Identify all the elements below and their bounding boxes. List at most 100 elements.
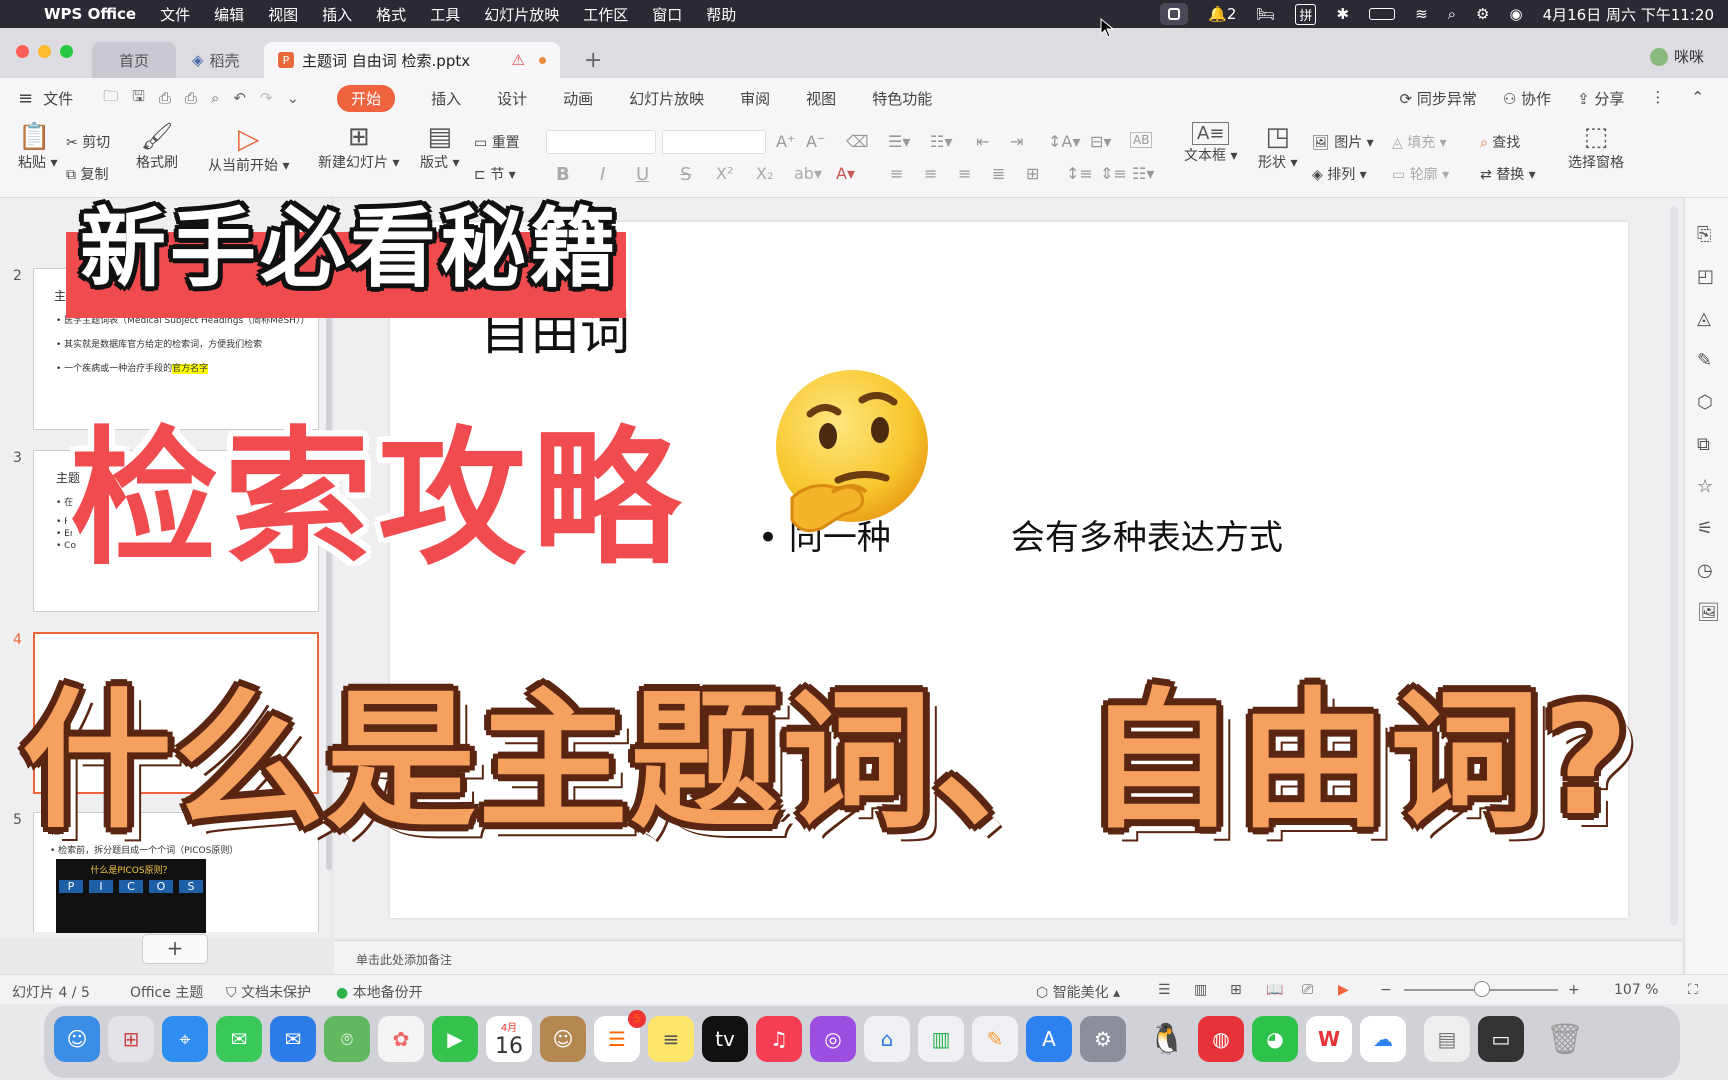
subscript-icon[interactable]: X₂ [756, 164, 773, 183]
menu-window[interactable]: 窗口 [652, 4, 682, 25]
menu-edit[interactable]: 编辑 [214, 4, 244, 25]
format-painter-button[interactable]: 🖌 格式刷 [136, 122, 178, 172]
notes-toggle-icon[interactable]: ☰ [1158, 982, 1171, 998]
open-folder-icon[interactable]: 🗀 [103, 86, 118, 111]
cut-button[interactable]: ✂ 剪切 [66, 132, 110, 152]
play-slideshow-icon[interactable]: ▶ [1338, 982, 1349, 998]
notes-icon[interactable]: ≡ [648, 1016, 694, 1062]
music-icon[interactable]: ♫ [756, 1016, 802, 1062]
layout-button[interactable]: ▤ 版式 ▾ [420, 122, 459, 172]
fill-button[interactable]: ◬ 填充 ▾ [1392, 132, 1447, 152]
system-preferences-icon[interactable]: ⚙ [1080, 1016, 1126, 1062]
menubar-clock[interactable]: 4月16日 周六 下午11:20 [1543, 4, 1714, 25]
zoom-out-button[interactable]: − [1380, 982, 1392, 998]
outline-button[interactable]: ▭ 轮廓 ▾ [1392, 164, 1449, 184]
launchpad-icon[interactable]: ⊞ [108, 1016, 154, 1062]
picture-button[interactable]: 🖼 图片 ▾ [1312, 132, 1374, 152]
spotlight-search-icon[interactable]: ⌕ [1448, 5, 1456, 23]
save-icon[interactable]: 🖫 [132, 86, 145, 111]
more-icon[interactable]: ⋮ [1650, 88, 1665, 109]
hamburger-menu-icon[interactable]: ≡ [18, 88, 33, 109]
share-button[interactable]: ⇪ 分享 [1577, 88, 1624, 109]
tab-daoke[interactable]: ◈ 稻壳 [178, 42, 260, 78]
contacts-icon[interactable]: ☺ [540, 1016, 586, 1062]
strikethrough-icon[interactable]: S [680, 164, 691, 185]
docx-file-icon[interactable]: ▤ [1424, 1016, 1470, 1062]
notification-count[interactable]: 🔔2 [1208, 5, 1236, 23]
pages-icon[interactable]: ✎ [972, 1016, 1018, 1062]
screen-recording-thumb-icon[interactable]: ▭ [1478, 1016, 1524, 1062]
align-text-icon[interactable]: ⊟▾ [1090, 132, 1111, 151]
sidebar-history-icon[interactable]: ◷ [1697, 560, 1713, 581]
backup-status[interactable]: ● 本地备份开 [336, 982, 423, 1002]
menu-view[interactable]: 视图 [268, 4, 298, 25]
sync-status-button[interactable]: ⟳ 同步异常 [1399, 88, 1476, 109]
netease-music-icon[interactable]: ◍ [1198, 1016, 1244, 1062]
play-from-current-button[interactable]: ▷ 从当前开始 ▾ [208, 122, 289, 175]
wechat-icon[interactable]: ◕ [1252, 1016, 1298, 1062]
theme-name[interactable]: Office 主题 [130, 982, 203, 1002]
font-family-select[interactable] [546, 130, 656, 154]
tab-special[interactable]: 特色功能 [872, 88, 932, 109]
menu-tools[interactable]: 工具 [430, 4, 460, 25]
fit-window-icon[interactable]: ⛶ [1688, 982, 1698, 998]
columns-icon[interactable]: ☷▾ [1132, 164, 1154, 183]
battery-icon[interactable] [1369, 8, 1396, 20]
shape-button[interactable]: ◳ 形状 ▾ [1258, 122, 1297, 172]
photos-icon[interactable]: ✿ [378, 1016, 424, 1062]
notes-area[interactable]: 单击此处添加备注 [334, 940, 1682, 974]
tab-review[interactable]: 审阅 [740, 88, 770, 109]
close-window-button[interactable] [16, 45, 29, 58]
highlight-icon[interactable]: ab▾ [794, 164, 822, 183]
numbering-icon[interactable]: ☷▾ [930, 132, 952, 151]
bed-icon[interactable]: 🛏 [1256, 5, 1275, 23]
minimize-window-button[interactable] [38, 45, 51, 58]
decrease-font-icon[interactable]: A⁻ [806, 132, 825, 151]
increase-font-icon[interactable]: A⁺ [776, 132, 795, 151]
collaborate-button[interactable]: ⚇ 协作 [1503, 88, 1551, 109]
menu-format[interactable]: 格式 [376, 4, 406, 25]
file-menu-button[interactable]: 文件 [43, 88, 73, 109]
find-button[interactable]: ⌕ 查找 [1480, 132, 1520, 152]
mail-icon[interactable]: ✉ [270, 1016, 316, 1062]
text-fit-icon[interactable]: AB [1130, 132, 1153, 148]
tab-home[interactable]: 首页 [92, 42, 176, 78]
protect-status[interactable]: ⛉ 文档未保护 [226, 982, 311, 1002]
appletv-icon[interactable]: tv [702, 1016, 748, 1062]
new-tab-button[interactable]: + [570, 42, 616, 78]
clear-format-icon[interactable]: ⌫ [846, 132, 869, 151]
menu-file[interactable]: 文件 [160, 4, 190, 25]
slide-sorter-icon[interactable]: ⊞ [1230, 982, 1242, 998]
align-center-icon[interactable]: ≡ [924, 164, 937, 183]
numbers-icon[interactable]: ▥ [918, 1016, 964, 1062]
distribute-icon[interactable]: ⊞ [1026, 164, 1039, 183]
facetime-icon[interactable]: ▶ [432, 1016, 478, 1062]
sidebar-image-icon[interactable]: 🖼 [1697, 602, 1720, 623]
podcasts-icon[interactable]: ◎ [810, 1016, 856, 1062]
print-preview-icon[interactable]: ⌕ [211, 89, 219, 107]
reminders-icon[interactable]: ☰ [594, 1010, 646, 1062]
tab-view[interactable]: 视图 [806, 88, 836, 109]
zoom-slider-handle[interactable] [1474, 981, 1490, 997]
paragraph-spacing-icon[interactable]: ⇕≡ [1100, 164, 1127, 183]
redo-icon[interactable]: ↷ [260, 89, 273, 107]
sidebar-layers-icon[interactable]: ⧉ [1697, 434, 1710, 455]
sidebar-star-icon[interactable]: ☆ [1697, 476, 1713, 497]
menu-app-name[interactable]: WPS Office [44, 5, 136, 23]
input-method-icon[interactable]: 拼 [1295, 3, 1317, 25]
tab-design[interactable]: 设计 [497, 88, 527, 109]
trash-icon[interactable]: 🗑 [1542, 1016, 1588, 1062]
reading-view-icon[interactable]: 📖 [1266, 982, 1283, 998]
calendar-icon[interactable]: 4月 16 [486, 1016, 532, 1062]
siri-icon[interactable]: ◉ [1510, 5, 1523, 23]
align-left-icon[interactable]: ≡ [890, 164, 903, 183]
paste-button[interactable]: 📋 粘贴 ▾ [18, 122, 57, 172]
underline-icon[interactable]: U [636, 164, 649, 185]
new-slide-button[interactable]: ⊞ 新建幻灯片 ▾ [318, 122, 399, 172]
screen-record-icon[interactable] [1160, 3, 1189, 25]
add-slide-button[interactable]: + [142, 934, 208, 964]
line-spacing-icon[interactable]: ↕≡ [1066, 164, 1093, 183]
warning-icon[interactable]: ⚠ [512, 51, 525, 69]
user-account[interactable]: 咪咪 [1649, 46, 1704, 67]
zoom-in-button[interactable]: + [1568, 982, 1580, 998]
